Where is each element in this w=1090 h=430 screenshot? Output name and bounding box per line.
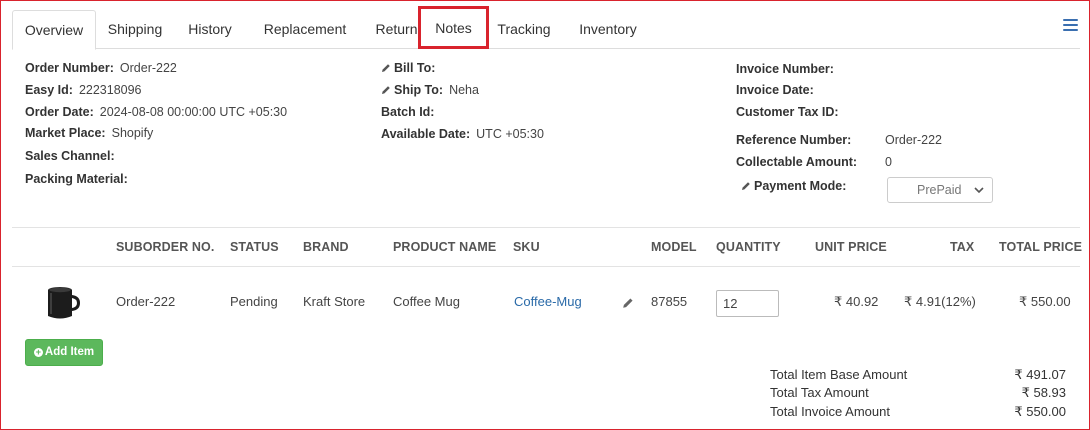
- reference-number-value: Order-222: [885, 133, 942, 147]
- bill-to: Bill To:: [381, 60, 435, 76]
- quantity-input[interactable]: 12: [716, 290, 779, 317]
- plus-circle-icon: +: [33, 347, 43, 357]
- easy-id: Easy Id: 222318096: [25, 82, 142, 98]
- customer-tax-id: Customer Tax ID:: [736, 104, 839, 120]
- sales-channel-label: Sales Channel:: [25, 149, 115, 163]
- tab-bar: Overview Shipping History Replacement Re…: [12, 6, 1080, 50]
- tab-overview[interactable]: Overview: [12, 10, 96, 50]
- invoice-number: Invoice Number:: [736, 61, 834, 77]
- cell-model: 87855: [651, 294, 688, 309]
- total-invoice-label: Total Invoice Amount: [770, 404, 890, 419]
- header-status: STATUS: [230, 240, 279, 254]
- order-detail-panel: Overview Shipping History Replacement Re…: [0, 0, 1090, 430]
- cell-suborder: Order-222: [116, 294, 176, 309]
- total-tax-label: Total Tax Amount: [770, 385, 869, 400]
- header-total-price: TOTAL PRICE: [999, 240, 1083, 254]
- invoice-date: Invoice Date:: [736, 82, 814, 98]
- chevron-down-icon: [974, 187, 984, 194]
- invoice-date-label: Invoice Date:: [736, 83, 814, 97]
- total-base-value: ₹ 491.07: [1014, 367, 1066, 382]
- market-place: Market Place: Shopify: [25, 125, 153, 141]
- payment-mode-label: Payment Mode:: [754, 179, 847, 193]
- collectable-amount-label: Collectable Amount:: [736, 155, 858, 169]
- easy-id-label: Easy Id:: [25, 83, 73, 97]
- packing-material-label: Packing Material:: [25, 172, 128, 186]
- header-sku: SKU: [513, 240, 540, 254]
- batch-id-label: Batch Id:: [381, 105, 435, 119]
- header-brand: BRAND: [303, 240, 349, 254]
- cell-tax: ₹ 4.91(12%): [904, 294, 976, 309]
- pencil-icon[interactable]: [381, 85, 391, 95]
- tab-notes[interactable]: Notes: [418, 6, 489, 49]
- reference-number: Reference Number:: [736, 132, 851, 148]
- collectable-amount-value: 0: [885, 155, 892, 169]
- header-model: MODEL: [651, 240, 697, 254]
- pencil-icon[interactable]: [622, 297, 634, 309]
- cell-unit-price: ₹ 40.92: [834, 294, 879, 309]
- tab-replacement[interactable]: Replacement: [246, 10, 364, 49]
- payment-mode-selected: PrePaid: [917, 183, 962, 197]
- header-quantity: QUANTITY: [716, 240, 781, 254]
- available-date-label: Available Date:: [381, 127, 471, 141]
- total-invoice-value: ₹ 550.00: [1014, 404, 1066, 419]
- order-number: Order Number: Order-222: [25, 60, 177, 76]
- bill-to-label: Bill To:: [394, 61, 436, 75]
- market-place-label: Market Place:: [25, 126, 106, 140]
- payment-mode: Payment Mode:: [741, 178, 846, 194]
- payment-mode-select[interactable]: PrePaid: [887, 177, 993, 203]
- table-header-divider: [12, 266, 1080, 267]
- ship-to-value: Neha: [449, 83, 479, 97]
- pencil-icon[interactable]: [741, 181, 751, 191]
- pencil-icon[interactable]: [381, 63, 391, 73]
- order-date-label: Order Date:: [25, 105, 94, 119]
- packing-material: Packing Material:: [25, 171, 128, 187]
- cell-total-price: ₹ 550.00: [1019, 294, 1071, 309]
- section-divider: [12, 227, 1080, 228]
- total-base-label: Total Item Base Amount: [770, 367, 908, 382]
- ship-to-label: Ship To:: [394, 83, 444, 97]
- order-date: Order Date: 2024-08-08 00:00:00 UTC +05:3…: [25, 104, 287, 120]
- cell-brand: Kraft Store: [303, 294, 366, 309]
- header-product-name: PRODUCT NAME: [393, 240, 497, 254]
- order-number-label: Order Number:: [25, 61, 114, 75]
- add-item-label: Add Item: [44, 346, 95, 358]
- customer-tax-id-label: Customer Tax ID:: [736, 105, 839, 119]
- order-number-value: Order-222: [119, 61, 177, 75]
- hamburger-menu-icon[interactable]: [1063, 19, 1078, 31]
- cell-sku-link[interactable]: Coffee-Mug: [514, 294, 582, 309]
- collectable-amount: Collectable Amount:: [736, 154, 857, 170]
- market-place-value: Shopify: [111, 126, 154, 140]
- easy-id-value: 222318096: [78, 83, 142, 97]
- available-date-value: UTC +05:30: [476, 127, 544, 141]
- tab-history[interactable]: History: [174, 10, 246, 49]
- coffee-mug-image: [48, 287, 80, 319]
- cell-status: Pending: [230, 294, 278, 309]
- invoice-number-label: Invoice Number:: [736, 62, 834, 76]
- cell-product-name: Coffee Mug: [393, 294, 460, 309]
- tab-tracking[interactable]: Tracking: [489, 10, 559, 49]
- tab-inventory[interactable]: Inventory: [563, 10, 653, 49]
- header-tax: TAX: [950, 240, 975, 254]
- total-tax-value: ₹ 58.93: [1021, 385, 1066, 400]
- add-item-button[interactable]: + Add Item: [25, 339, 103, 366]
- header-unit-price: UNIT PRICE: [815, 240, 887, 254]
- tab-shipping[interactable]: Shipping: [96, 10, 174, 49]
- ship-to: Ship To: Neha: [381, 82, 479, 98]
- reference-number-label: Reference Number:: [736, 133, 852, 147]
- sales-channel: Sales Channel:: [25, 148, 115, 164]
- order-date-value: 2024-08-08 00:00:00 UTC +05:30: [99, 105, 288, 119]
- batch-id: Batch Id:: [381, 104, 434, 120]
- header-suborder: SUBORDER NO.: [116, 240, 215, 254]
- available-date: Available Date: UTC +05:30: [381, 126, 544, 142]
